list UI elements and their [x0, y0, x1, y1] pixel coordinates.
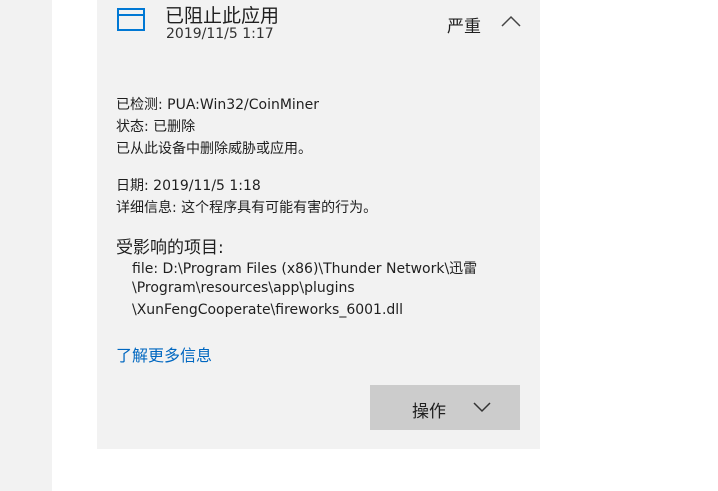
actions-button-label: 操作 [412, 402, 446, 422]
detected-line: 已检测: PUA:Win32/CoinMiner [116, 97, 320, 113]
left-nav-strip [0, 0, 52, 491]
status-line: 状态: 已删除 [116, 119, 196, 135]
severity-label: 严重 [447, 17, 481, 37]
removed-message: 已从此设备中删除威胁或应用。 [116, 141, 312, 157]
affected-path-line: file: D:\Program Files (x86)\Thunder Net… [132, 261, 478, 277]
actions-button[interactable]: 操作 [370, 385, 520, 430]
threat-timestamp: 2019/11/5 1:17 [166, 26, 274, 42]
chevron-down-icon [473, 402, 491, 413]
details-line: 详细信息: 这个程序具有可能有害的行为。 [116, 200, 378, 216]
threat-card: 已阻止此应用 2019/11/5 1:17 严重 已检测: PUA:Win32/… [97, 0, 540, 449]
affected-path-line: \Program\resources\app\plugins [132, 280, 355, 296]
learn-more-link[interactable]: 了解更多信息 [116, 342, 212, 366]
app-window-icon [117, 8, 145, 31]
affected-items-title: 受影响的项目: [116, 238, 224, 258]
date-line: 日期: 2019/11/5 1:18 [116, 178, 261, 194]
chevron-up-icon[interactable] [499, 12, 523, 30]
threat-title: 已阻止此应用 [165, 5, 280, 27]
affected-path-line: \XunFengCooperate\fireworks_6001.dll [132, 302, 404, 318]
